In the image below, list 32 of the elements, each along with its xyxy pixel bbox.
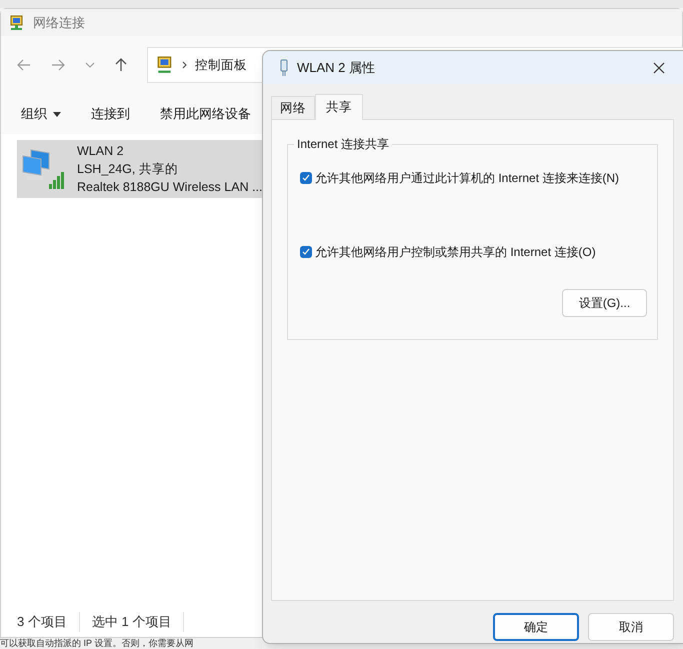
network-computer-icon (156, 56, 174, 74)
dialog-button[interactable]: 确定 (493, 613, 579, 641)
status-text: 3 个项目 (17, 612, 80, 632)
back-arrow-icon[interactable] (17, 59, 31, 71)
settings-button[interactable]: 设置(G)... (562, 289, 647, 317)
tab[interactable]: 网络 (271, 96, 315, 119)
group-title: Internet 连接共享 (294, 136, 392, 152)
dialog-title: WLAN 2 属性 (297, 58, 376, 77)
chevron-right-icon (182, 61, 187, 69)
toolbar-button[interactable]: 连接到 (91, 104, 130, 124)
checkbox-label: 允许其他网络用户通过此计算机的 Internet 连接来连接(N) (315, 170, 620, 187)
checkbox-label: 允许其他网络用户控制或禁用共享的 Internet 连接(O) (315, 244, 596, 261)
background-text: 可以获取自动指派的 IP 设置。否则，你需要从网 (0, 638, 194, 649)
up-arrow-icon[interactable] (115, 58, 127, 72)
checkbox[interactable] (300, 246, 312, 258)
chevron-down-icon[interactable] (85, 62, 95, 68)
tab[interactable]: 共享 (315, 94, 363, 120)
close-icon[interactable] (653, 62, 665, 74)
dialog-button[interactable]: 取消 (588, 613, 674, 641)
toolbar-button[interactable]: 禁用此网络设备 (160, 104, 251, 124)
toolbar-button[interactable]: 组织 (21, 104, 61, 124)
network-computer-icon (9, 14, 25, 30)
connection-device: Realtek 8188GU Wireless LAN ... (77, 179, 262, 196)
connection-status: LSH_24G, 共享的 (77, 161, 179, 178)
status-text: 选中 1 个项目 (80, 612, 184, 632)
breadcrumb-item[interactable]: 控制面板 (195, 56, 247, 74)
network-adapter-icon (279, 58, 289, 76)
window-title: 网络连接 (33, 14, 85, 32)
connection-name: WLAN 2 (77, 143, 125, 160)
caret-icon (53, 112, 61, 116)
forward-arrow-icon[interactable] (51, 59, 65, 71)
checkbox[interactable] (300, 172, 312, 184)
